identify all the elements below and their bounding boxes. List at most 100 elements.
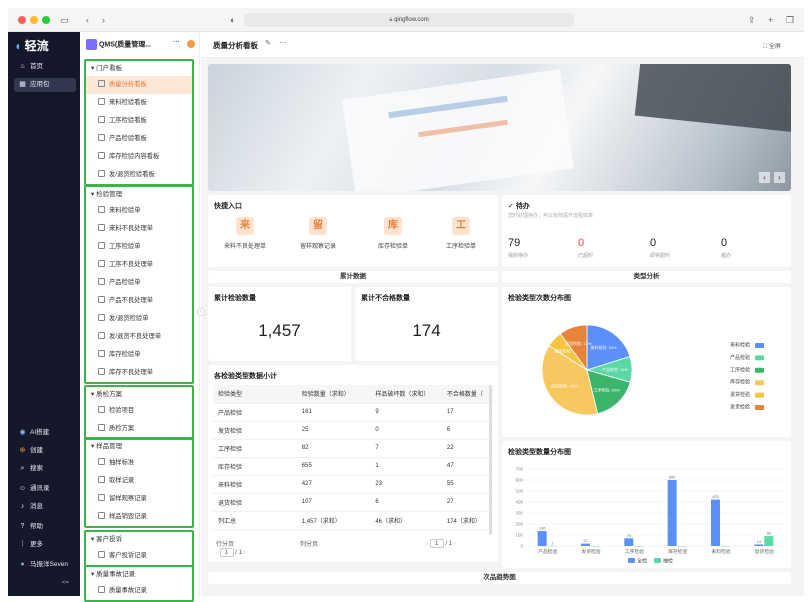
sidebar-item[interactable]: 工序检验看板 [86,112,192,130]
close-dot[interactable] [18,16,26,24]
rail-item-help[interactable]: ? 帮助 [14,520,76,534]
rail-item-home[interactable]: ⌂ 首页 [14,60,76,74]
prev-page-icon[interactable]: ‹ [216,550,218,556]
sidebar-item[interactable]: 质量事故记录 [86,582,192,600]
forward-icon[interactable]: › [102,13,105,27]
sidebar-item[interactable]: 样品销毁记录 [86,508,192,526]
address-bar[interactable]: 🔒︎ qingflow.com [244,13,574,27]
row-page-input[interactable]: 1 [219,548,234,557]
edit-icon[interactable]: ✎ [265,39,271,47]
pie-legend-swatch[interactable] [755,380,764,386]
sidebar-item[interactable]: 发/退货检验单 [86,310,192,328]
legend-swatch[interactable] [654,558,661,563]
y-tick-label: 200 [515,522,523,527]
sidebar-item[interactable]: 来料检验单 [86,202,192,220]
sidebar-item-label: 工序检验看板 [109,117,147,124]
table-header-cell[interactable]: 检验数量（求和） [296,385,371,404]
bar[interactable] [667,480,677,546]
sidebar-item[interactable]: 质量分析看板 [86,76,192,94]
sidebar-item[interactable]: 发/退货检验看板 [86,166,192,184]
sidebar-item[interactable]: 工序检验单 [86,238,192,256]
bar[interactable] [624,538,634,546]
quick-entry-button[interactable]: 来来料不良处理单 [210,217,280,250]
sidebar-item[interactable]: 客户投诉记录 [86,547,192,565]
more-icon[interactable]: ··· [279,38,287,47]
sidebar-item[interactable]: 质检方案 [86,420,192,438]
sidebar-item[interactable]: 留样观察记录 [86,490,192,508]
rail-item-contacts[interactable]: ☺ 通讯录 [14,482,76,496]
notify-icon[interactable] [187,40,195,48]
back-icon[interactable]: ‹ [86,13,89,27]
pie-legend-swatch[interactable] [755,405,764,410]
form-icon [98,350,105,357]
next-page-icon[interactable]: › [454,541,456,547]
sidebar-group-header[interactable]: ▾ 客户投诉 [86,532,192,547]
sidebar-item[interactable]: 来料不良处理单 [86,220,192,238]
quick-entry-button[interactable]: 留留样观察记录 [283,217,353,250]
collapse-icon[interactable]: <= [62,580,69,586]
pie-legend-swatch[interactable] [755,367,764,373]
bar[interactable] [537,531,547,546]
sidebar-item[interactable]: 产品检验单 [86,274,192,292]
tabs-icon[interactable]: ❐ [786,13,794,27]
bar[interactable] [754,544,764,546]
quick-entry-button[interactable]: 工工序检验单 [426,217,496,250]
rail-user[interactable]: ● 马振洋Seven [14,558,76,572]
col-page-input[interactable]: 1 [429,539,444,548]
data-table: 检验类型 检验数量（求和） 样品破坏数（求和） 不合格数量（ 产品检验 161 9 17 发货… [213,385,493,530]
sidebar-group-header[interactable]: ▾ 样品管理 [86,439,192,454]
sidebar-item[interactable]: 取样记录 [86,472,192,490]
sidebar-toggle-icon[interactable]: ▭ [60,13,69,27]
rail-item-more[interactable]: ⁞ 更多 [14,538,76,552]
fullscreen-button[interactable]: ⛶ 全屏 [763,41,781,51]
prev-page-icon[interactable]: ‹ [426,541,428,547]
bar[interactable] [581,543,590,546]
sidebar-item[interactable]: 工序不良处理单 [86,256,192,274]
logo[interactable]: ◖ 轻流 [14,37,49,54]
sidebar-item[interactable]: 检验项目 [86,402,192,420]
collapse-sidebar-icon[interactable]: ‹ [197,308,205,316]
legend-swatch[interactable] [628,558,635,563]
rail-item-ai[interactable]: ◉ AI搭建 [14,426,76,440]
sidebar-group-header[interactable]: ▾ 门户看板 [86,61,192,76]
sidebar-item[interactable]: 产品不良处理单 [86,292,192,310]
todo-count[interactable]: 0 [721,237,727,249]
table-header-cell[interactable]: 检验类型 [213,385,297,404]
minimize-dot[interactable] [30,16,38,24]
quick-entry-button[interactable]: 库库存检验单 [358,217,428,250]
app-name[interactable]: QMS(质量管理... [99,41,151,48]
sidebar-group-header[interactable]: ▾ 质检方案 [86,387,192,402]
sidebar-item[interactable]: 库存检验单 [86,346,192,364]
table-header-cell[interactable]: 不合格数量（ [441,385,493,404]
zoom-dot[interactable] [42,16,50,24]
sidebar-item[interactable]: 产品检验看板 [86,130,192,148]
sidebar-item[interactable]: 抽样标准 [86,454,192,472]
pie-legend-swatch[interactable] [755,355,764,361]
pie-legend-swatch[interactable] [755,343,764,348]
sidebar-item[interactable]: 库存不良处理单 [86,364,192,382]
table-header-cell[interactable]: 样品破坏数（求和） [370,385,442,404]
share-icon[interactable]: ⇪ [748,13,756,27]
rail-item-search[interactable]: ⌕ 搜索 [14,462,76,476]
rail-label: AI搭建 [30,429,50,436]
table-scrollbar[interactable] [489,385,492,535]
sidebar-item[interactable]: 库存检验内容看板 [86,148,192,166]
more-icon[interactable]: ··· [173,39,180,46]
bar[interactable] [764,536,774,546]
sidebar-item[interactable]: 发/退货不良处理单 [86,328,192,346]
rail-item-messages[interactable]: ♪ 消息 [14,500,76,514]
sidebar-item[interactable]: 来料检验看板 [86,94,192,112]
sidebar-group-header[interactable]: ▾ 质量事故记录 [86,567,192,582]
todo-count[interactable]: 0 [650,237,656,249]
todo-count[interactable]: 0 [578,237,584,249]
new-tab-icon[interactable]: + [768,13,773,27]
todo-count[interactable]: 79 [508,237,520,249]
bar[interactable] [711,499,720,546]
prev-slide-icon[interactable]: ‹ [759,172,770,183]
next-page-icon[interactable]: › [244,550,246,556]
rail-item-create[interactable]: ⊕ 创建 [14,444,76,458]
sidebar-group-header[interactable]: ▾ 检验管理 [86,187,192,202]
rail-item-apps[interactable]: ▦ 应用包 [14,78,76,92]
pie-legend-swatch[interactable] [755,392,764,398]
next-slide-icon[interactable]: › [774,172,785,183]
